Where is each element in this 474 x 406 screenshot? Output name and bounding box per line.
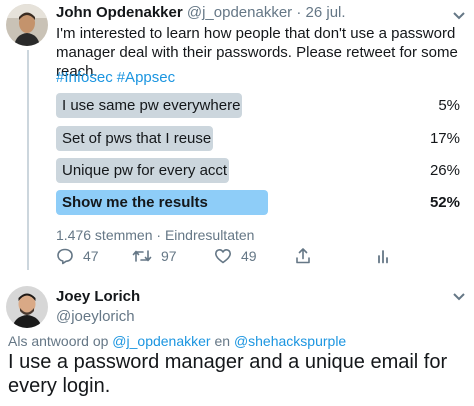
- chevron-down-icon[interactable]: [452, 289, 466, 301]
- reply-icon: [56, 247, 74, 265]
- poll-option: Unique pw for every acct 26%: [56, 158, 466, 183]
- separator: ·: [296, 4, 302, 21]
- author-name[interactable]: Joey Lorich: [56, 288, 140, 305]
- mention-link[interactable]: @shehackspurple: [234, 333, 346, 349]
- hashtag-link[interactable]: #Appsec: [117, 69, 175, 86]
- tweet-header: John Opdenakker @j_opdenakker · 26 jul.: [56, 4, 346, 21]
- heart-icon: [214, 247, 232, 265]
- replying-conjunction: en: [214, 333, 231, 349]
- poll-option-label: I use same pw everywhere: [62, 97, 241, 114]
- reply-button[interactable]: 47: [56, 247, 99, 265]
- poll-option-percent: 52%: [429, 194, 460, 211]
- tweet-actions: 47 97 49: [50, 247, 470, 271]
- chevron-down-icon[interactable]: [452, 8, 466, 20]
- analytics-button[interactable]: [374, 247, 392, 265]
- reply-header: Joey Lorich @joeylorich: [56, 287, 140, 327]
- retweet-count: 97: [161, 248, 177, 264]
- avatar[interactable]: [6, 286, 48, 328]
- poll-option-winner: Show me the results 52%: [56, 190, 466, 215]
- poll-option-percent: 26%: [429, 162, 460, 179]
- author-name[interactable]: John Opdenakker: [56, 4, 183, 21]
- hashtag-link[interactable]: #Infosec: [56, 69, 113, 86]
- reply-text: I use a password manager and a unique em…: [8, 351, 448, 397]
- share-icon: [294, 247, 312, 265]
- retweet-icon: [132, 247, 152, 265]
- mention-link[interactable]: @j_opdenakker: [112, 333, 210, 349]
- retweet-button[interactable]: 97: [132, 247, 177, 265]
- like-count: 49: [241, 248, 257, 264]
- poll-option-percent: 5%: [438, 97, 460, 114]
- author-handle[interactable]: @joeylorich: [56, 307, 140, 327]
- replying-to: Als antwoord op @j_opdenakker en @shehac…: [8, 333, 346, 349]
- poll-option-percent: 17%: [429, 130, 460, 147]
- share-button[interactable]: [294, 247, 312, 265]
- reply-count: 47: [83, 248, 99, 264]
- poll-option-label: Show me the results: [62, 194, 208, 211]
- poll-option: I use same pw everywhere 5%: [56, 93, 466, 118]
- poll-option-label: Unique pw for every acct: [62, 162, 228, 179]
- avatar[interactable]: [6, 4, 48, 46]
- poll-meta: 1.476 stemmen · Eindresultaten: [56, 227, 255, 243]
- like-button[interactable]: 49: [214, 247, 257, 265]
- poll-option: Set of pws that I reuse 17%: [56, 126, 466, 151]
- poll-option-label: Set of pws that I reuse: [62, 130, 212, 147]
- author-handle[interactable]: @j_opdenakker: [187, 4, 292, 21]
- tweet: John Opdenakker @j_opdenakker · 26 jul. …: [0, 0, 474, 278]
- replying-prefix: Als antwoord op: [8, 333, 109, 349]
- thread-line: [27, 50, 29, 270]
- hashtags: #Infosec #Appsec: [56, 69, 179, 86]
- analytics-icon: [374, 247, 392, 265]
- tweet-date[interactable]: 26 jul.: [306, 4, 346, 21]
